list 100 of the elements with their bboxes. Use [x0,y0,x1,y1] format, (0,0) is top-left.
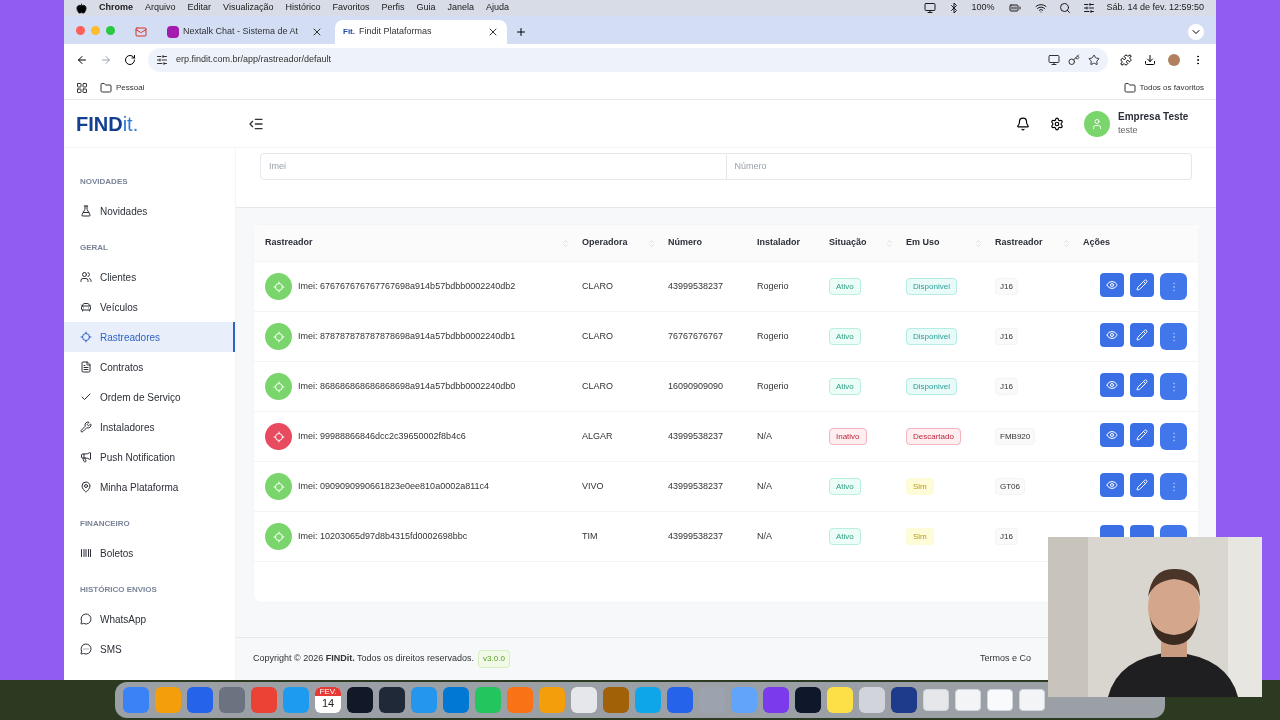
nav-item[interactable]: Novidades [64,196,235,226]
table-cell-text: CLARO [582,279,614,293]
document-thumbnail-icon[interactable] [955,689,981,711]
more-button[interactable] [1160,373,1187,400]
apple-icon[interactable] [76,2,87,14]
edit-button[interactable] [1130,423,1154,447]
column-header[interactable]: Rastreador [995,236,1043,250]
calendar-app-icon[interactable]: FEV. 14 [315,687,341,713]
folder-icon [100,81,112,94]
control-center-icon[interactable] [1082,2,1095,14]
app-icon[interactable] [347,687,373,713]
nav-item[interactable]: WhatsApp [64,604,235,634]
app-icon[interactable] [795,687,821,713]
nav-item[interactable]: Contratos [64,352,235,382]
imei-text: Imei: 0909090990661823e0ee810a0002a811c4 [298,479,489,493]
column-header: Ações [1083,236,1110,250]
column-header[interactable]: Situação [829,236,867,250]
column-header[interactable]: Operadora [582,236,628,250]
nav-item[interactable]: Veículos [64,292,235,322]
nav-item[interactable]: Boletos [64,538,235,568]
nav-item[interactable]: Ordem de Serviço [64,382,235,412]
install-icon[interactable] [1048,54,1060,66]
nav-item[interactable]: Clientes [64,262,235,292]
model-tag: J16 [995,277,1018,295]
all-bookmarks-folder[interactable]: Todos os favoritos [1123,81,1204,94]
app-icon[interactable] [891,687,917,713]
view-button[interactable] [1100,423,1124,447]
menu-item[interactable]: Editar [187,1,212,15]
pencil-icon [1136,429,1148,441]
version-badge: v3.0.0 [478,650,510,668]
bookmark-star-icon[interactable] [1088,54,1100,66]
menu-item[interactable]: Favoritos [332,1,370,15]
close-window-button[interactable] [76,25,85,35]
document-thumbnail-icon[interactable] [1019,689,1045,711]
new-tab-icon[interactable] [515,26,527,38]
browser-tab[interactable]: Fit. Findit Plataformas [335,20,507,44]
tab-list-icon[interactable] [1188,24,1204,40]
back-icon[interactable] [76,54,88,66]
close-tab-icon[interactable] [311,26,323,38]
battery-percent: 100% [971,1,995,15]
chat-bubble-icon [80,613,92,625]
profile-avatar[interactable] [1168,54,1180,66]
download-icon[interactable] [1144,54,1156,66]
filter-field[interactable]: Imei [260,153,727,180]
nav-item[interactable]: SMS [64,634,235,664]
view-button[interactable] [1100,273,1124,297]
view-button[interactable] [1100,473,1124,497]
bookmark-folder[interactable]: Pessoal [100,81,145,94]
column-header[interactable]: Rastreador [265,236,313,250]
nav-item[interactable]: Instaladores [64,412,235,442]
screen-icon[interactable] [923,2,936,14]
wifi-icon[interactable] [1034,2,1047,14]
status-badge: Ativo [829,277,861,295]
menu-item[interactable]: Ajuda [486,1,510,15]
terms-link[interactable]: Termos e Co [979,652,1031,666]
edit-button[interactable] [1130,323,1154,347]
settings-icon[interactable] [1050,116,1064,131]
key-icon[interactable] [1068,54,1080,66]
app-icon[interactable] [379,687,405,713]
edit-button[interactable] [1130,373,1154,397]
close-tab-icon[interactable] [487,26,499,38]
menu-item[interactable]: Visualização [223,1,274,15]
battery-icon[interactable] [1006,2,1023,14]
menu-item[interactable]: Histórico [285,1,321,15]
search-icon[interactable] [1058,2,1071,14]
nav-item[interactable]: Push Notification [64,442,235,472]
more-button[interactable] [1160,423,1187,450]
menu-clock[interactable]: Sáb. 14 de fev. 12:59:50 [1106,1,1204,15]
nav-item[interactable]: Minha Plataforma [64,472,235,502]
edit-button[interactable] [1130,273,1154,297]
more-button[interactable] [1160,473,1187,500]
view-button[interactable] [1100,323,1124,347]
menu-item[interactable]: Perfis [381,1,405,15]
edit-button[interactable] [1130,473,1154,497]
apps-icon[interactable] [76,81,88,94]
nav-item[interactable]: Rastreadores [64,322,235,352]
menu-item[interactable]: Arquivo [145,1,176,15]
model-tag: J16 [995,377,1018,395]
edit-button[interactable] [1130,525,1154,537]
document-thumbnail-icon[interactable] [923,689,949,711]
reload-icon[interactable] [124,54,136,66]
filter-field[interactable]: Número [726,153,1192,180]
notification-icon[interactable] [1016,116,1030,131]
view-button[interactable] [1100,525,1124,537]
menu-item[interactable]: Janela [447,1,474,15]
table-cell-text: Rogerio [757,329,790,343]
document-thumbnail-icon[interactable] [987,689,1013,711]
column-header[interactable]: Em Uso [906,236,940,250]
browser-tab[interactable]: Nextalk Chat - Sistema de At [159,20,331,44]
view-button[interactable] [1100,373,1124,397]
status-badge: Disponivel [906,327,957,345]
extensions-icon[interactable] [1120,54,1132,66]
imei-text: Imei: 676767676767767698a914b57bdbb0002240db2 [298,279,516,293]
more-button[interactable] [1160,323,1187,350]
more-button[interactable] [1160,525,1187,537]
menu-item[interactable]: Guia [416,1,436,15]
menu-app-name[interactable]: Chrome [99,1,133,15]
address-bar[interactable]: erp.findit.com.br/app/rastreador/default [148,48,1108,72]
more-button[interactable] [1160,273,1187,300]
table-cell-text: Rogerio [757,379,790,393]
